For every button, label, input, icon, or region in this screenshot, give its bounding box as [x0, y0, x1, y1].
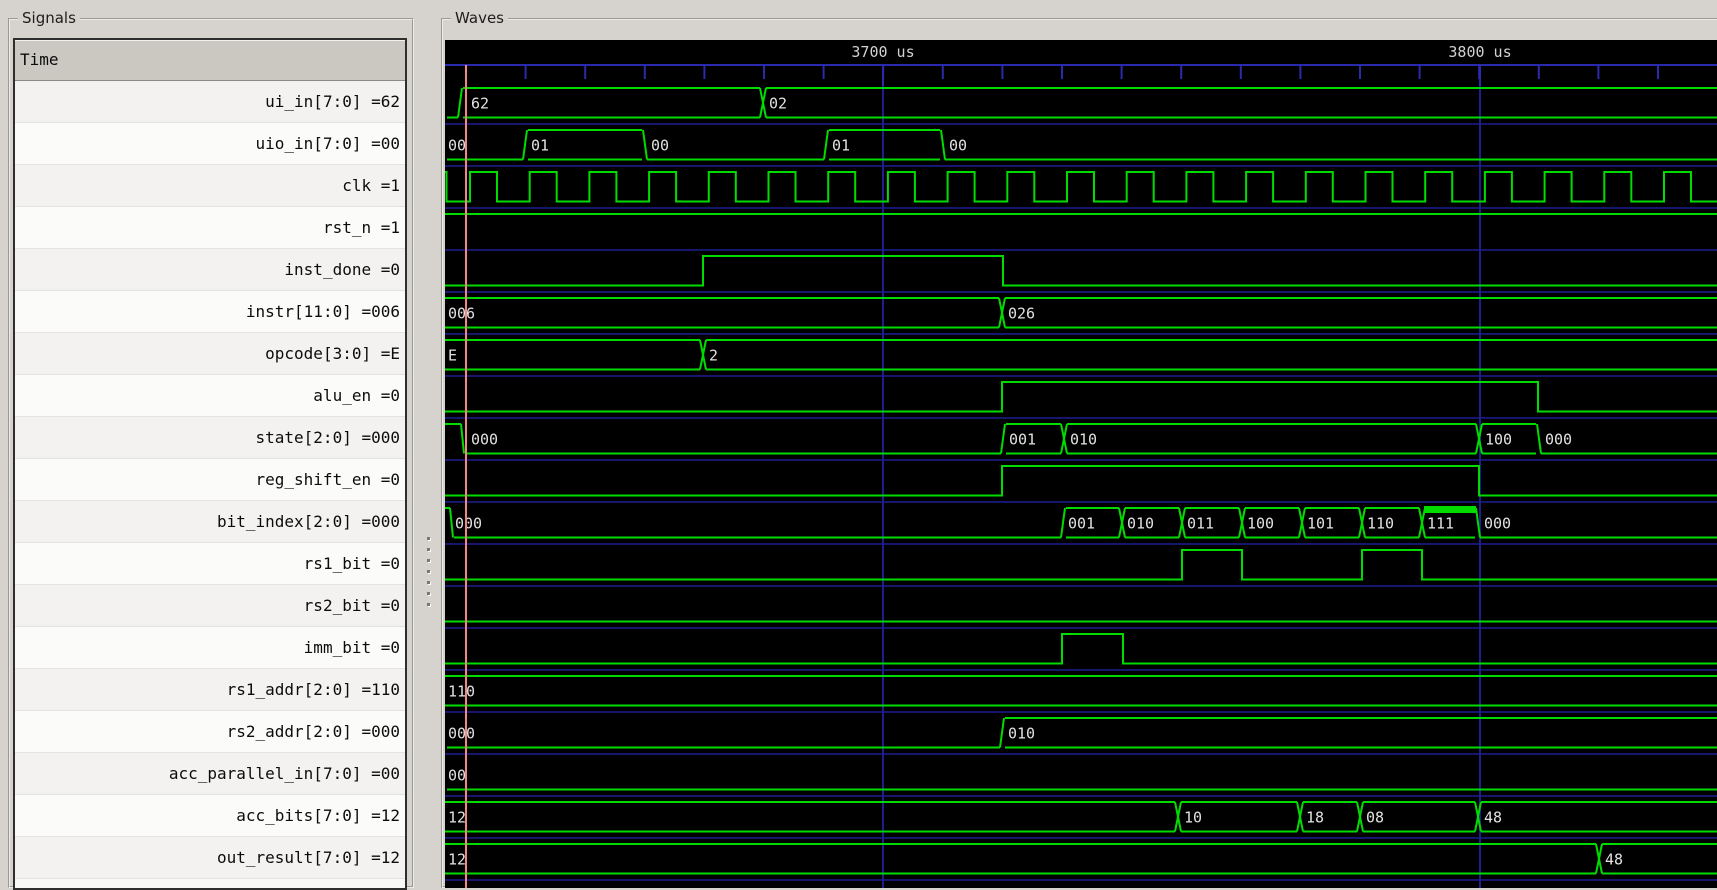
waves-frame-label: Waves	[451, 9, 508, 27]
signal-row-imm_bit[interactable]: imm_bit =0	[15, 627, 405, 669]
signal-row-instr-11-0-[interactable]: instr[11:0] =006	[15, 291, 405, 333]
signal-row-clk[interactable]: clk =1	[15, 165, 405, 207]
svg-text:011: 011	[1187, 515, 1214, 533]
signal-row-inst_done[interactable]: inst_done =0	[15, 249, 405, 291]
svg-text:101: 101	[1307, 515, 1334, 533]
signal-row-rs1_bit[interactable]: rs1_bit =0	[15, 543, 405, 585]
signal-row-reg_shift_en[interactable]: reg_shift_en =0	[15, 459, 405, 501]
signal-row-opcode-3-0-[interactable]: opcode[3:0] =E	[15, 333, 405, 375]
splitter-grip-icon	[426, 498, 432, 610]
svg-text:111: 111	[1427, 515, 1454, 533]
svg-text:00: 00	[651, 137, 669, 155]
signal-row-ui_in-7-0-[interactable]: ui_in[7:0] =62	[15, 81, 405, 123]
signal-row-bit_index-2-0-[interactable]: bit_index[2:0] =000	[15, 501, 405, 543]
signal-rows: ui_in[7:0] =62uio_in[7:0] =00clk =1rst_n…	[15, 81, 405, 879]
svg-text:3800 us: 3800 us	[1448, 43, 1511, 61]
svg-text:000: 000	[1484, 515, 1511, 533]
signal-row-uio_in-7-0-[interactable]: uio_in[7:0] =00	[15, 123, 405, 165]
svg-text:006: 006	[448, 305, 475, 323]
svg-text:2: 2	[709, 347, 718, 365]
svg-text:110: 110	[1367, 515, 1394, 533]
svg-text:010: 010	[1008, 725, 1035, 743]
svg-text:08: 08	[1366, 809, 1384, 827]
svg-text:001: 001	[1009, 431, 1036, 449]
signal-row-alu_en[interactable]: alu_en =0	[15, 375, 405, 417]
signal-name-panel: Time ui_in[7:0] =62uio_in[7:0] =00clk =1…	[13, 38, 407, 890]
svg-text:48: 48	[1605, 851, 1623, 869]
svg-text:01: 01	[531, 137, 549, 155]
svg-text:12: 12	[448, 851, 466, 869]
svg-text:48: 48	[1484, 809, 1502, 827]
svg-text:10: 10	[1184, 809, 1202, 827]
signal-row-acc_parallel_in-7-0-[interactable]: acc_parallel_in[7:0] =00	[15, 753, 405, 795]
svg-text:100: 100	[1485, 431, 1512, 449]
svg-text:12: 12	[448, 809, 466, 827]
svg-text:010: 010	[1070, 431, 1097, 449]
svg-text:00: 00	[448, 767, 466, 785]
signal-row-rs1_addr-2-0-[interactable]: rs1_addr[2:0] =110	[15, 669, 405, 711]
svg-text:00: 00	[949, 137, 967, 155]
svg-text:000: 000	[1545, 431, 1572, 449]
wave-canvas[interactable]: 3700 us3800 us62020001000100006026E20000…	[445, 40, 1717, 888]
svg-text:18: 18	[1306, 809, 1324, 827]
svg-text:026: 026	[1008, 305, 1035, 323]
gtkwave-window: { "signals_panel": { "frame_label": "Sig…	[0, 0, 1717, 888]
pane-splitter[interactable]	[419, 38, 439, 886]
svg-text:010: 010	[1127, 515, 1154, 533]
signal-row-out_result-7-0-[interactable]: out_result[7:0] =12	[15, 837, 405, 879]
signal-row-rst_n[interactable]: rst_n =1	[15, 207, 405, 249]
svg-text:110: 110	[448, 683, 475, 701]
svg-text:00: 00	[448, 137, 466, 155]
signal-row-state-2-0-[interactable]: state[2:0] =000	[15, 417, 405, 459]
svg-text:100: 100	[1247, 515, 1274, 533]
svg-text:000: 000	[448, 725, 475, 743]
time-header: Time	[15, 40, 405, 81]
signal-row-rs2_bit[interactable]: rs2_bit =0	[15, 585, 405, 627]
svg-text:02: 02	[769, 95, 787, 113]
signal-row-acc_bits-7-0-[interactable]: acc_bits[7:0] =12	[15, 795, 405, 837]
svg-text:000: 000	[471, 431, 498, 449]
signals-frame-label: Signals	[18, 9, 80, 27]
signal-row-rs2_addr-2-0-[interactable]: rs2_addr[2:0] =000	[15, 711, 405, 753]
svg-text:3700 us: 3700 us	[851, 43, 914, 61]
svg-text:E: E	[448, 347, 457, 365]
svg-text:000: 000	[455, 515, 482, 533]
svg-text:01: 01	[832, 137, 850, 155]
svg-text:62: 62	[471, 95, 489, 113]
svg-text:001: 001	[1068, 515, 1095, 533]
